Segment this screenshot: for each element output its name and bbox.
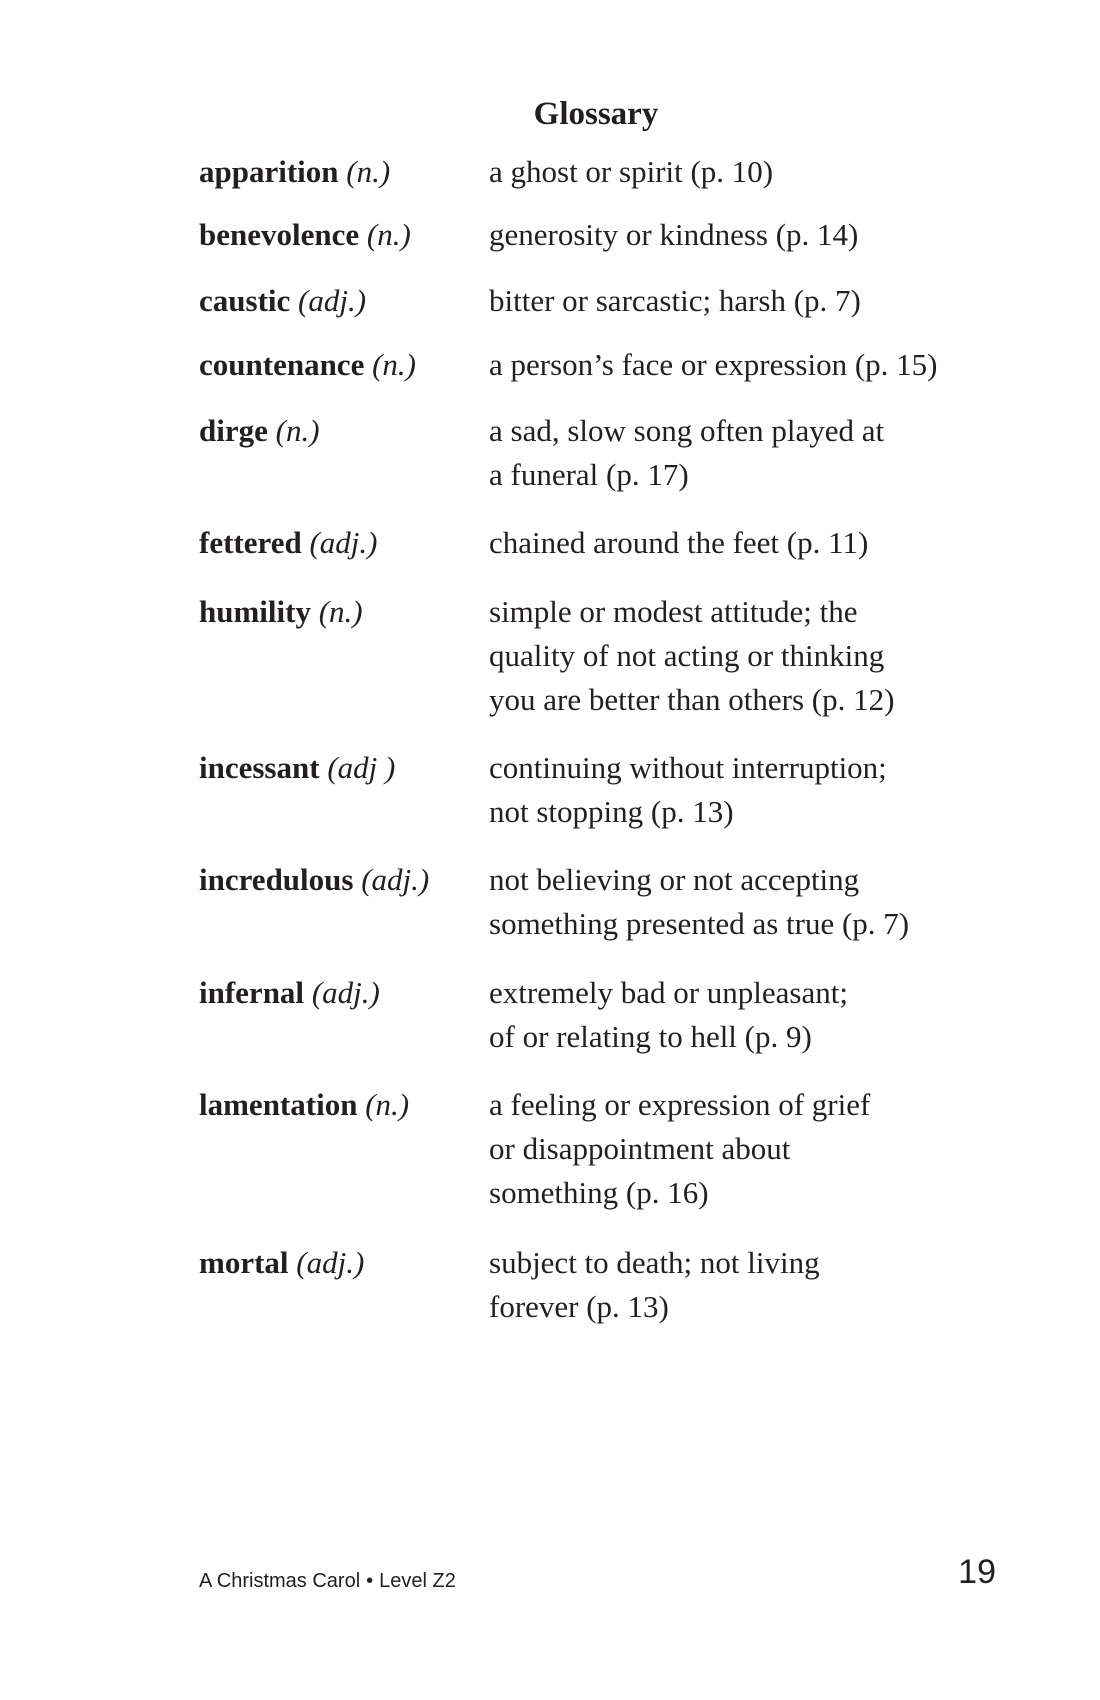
glossary-definition: subject to death; not living forever (p.… <box>489 1245 820 1324</box>
glossary-definition: continuing without interruption; not sto… <box>489 750 887 829</box>
glossary-term: humility <box>199 594 311 629</box>
glossary-entry: benevolence (n.) generosity or kindness … <box>199 213 1019 257</box>
glossary-entry: apparition (n.) a ghost or spirit (p. 10… <box>199 150 1019 194</box>
footer-separator: • <box>366 1570 374 1592</box>
glossary-definition: extremely bad or unpleasant; of or relat… <box>489 975 848 1054</box>
glossary-entry: incessant (adj ) continuing without inte… <box>199 746 1019 834</box>
glossary-entry: countenance (n.) a person’s face or expr… <box>199 343 1019 387</box>
glossary-term: incredulous <box>199 862 354 897</box>
glossary-entry: incredulous (adj.) not believing or not … <box>199 858 1019 946</box>
glossary-page: Glossary apparition (n.) a ghost or spir… <box>0 0 1100 1700</box>
glossary-entry: dirge (n.) a sad, slow song often played… <box>199 409 1019 497</box>
part-of-speech: (adj ) <box>327 750 396 785</box>
part-of-speech: (adj.) <box>298 283 367 318</box>
part-of-speech: (n.) <box>365 1087 410 1122</box>
glossary-term: countenance <box>199 347 365 382</box>
page-number: 19 <box>958 1553 996 1591</box>
part-of-speech: (n.) <box>346 154 391 189</box>
glossary-entry: mortal (adj.) subject to death; not livi… <box>199 1241 1019 1329</box>
glossary-definition: simple or modest attitude; the quality o… <box>489 594 895 717</box>
glossary-definition: a person’s face or expression (p. 15) <box>489 347 938 382</box>
glossary-entry: caustic (adj.) bitter or sarcastic; hars… <box>199 279 1019 323</box>
glossary-term: fettered <box>199 525 302 560</box>
glossary-definition: a feeling or expression of grief or disa… <box>489 1087 871 1210</box>
part-of-speech: (n.) <box>372 347 416 382</box>
glossary-term: incessant <box>199 750 320 785</box>
footer-book-info: A Christmas Carol • Level Z2 <box>199 1567 456 1595</box>
part-of-speech: (adj.) <box>311 975 380 1010</box>
part-of-speech: (adj.) <box>296 1245 365 1280</box>
glossary-definition: a ghost or spirit (p. 10) <box>489 154 774 189</box>
glossary-entry: humility (n.) simple or modest attitude;… <box>199 590 1019 722</box>
glossary-definition: chained around the feet (p. 11) <box>489 525 869 560</box>
glossary-term: apparition <box>199 154 339 189</box>
glossary-definition: generosity or kindness (p. 14) <box>489 217 859 252</box>
glossary-term: benevolence <box>199 217 360 252</box>
glossary-term: lamentation <box>199 1087 358 1122</box>
glossary-definition: a sad, slow song often played at a funer… <box>489 413 885 492</box>
glossary-term: caustic <box>199 283 291 318</box>
glossary-definition: not believing or not accepting something… <box>489 862 910 941</box>
part-of-speech: (n.) <box>275 413 320 448</box>
glossary-term: mortal <box>199 1245 289 1280</box>
glossary-entry: fettered (adj.) chained around the feet … <box>199 521 1019 565</box>
part-of-speech: (adj.) <box>361 862 430 897</box>
glossary-entry: infernal (adj.) extremely bad or unpleas… <box>199 971 1019 1059</box>
glossary-term: dirge <box>199 413 268 448</box>
glossary-entry: lamentation (n.) a feeling or expression… <box>199 1083 1019 1215</box>
glossary-term: infernal <box>199 975 305 1010</box>
footer-level: Level Z2 <box>379 1570 456 1592</box>
part-of-speech: (n.) <box>318 594 363 629</box>
page-title: Glossary <box>533 96 659 132</box>
footer-book-title: A Christmas Carol <box>199 1570 361 1592</box>
glossary-list: apparition (n.) a ghost or spirit (p. 10… <box>199 150 1019 1329</box>
glossary-definition: bitter or sarcastic; harsh (p. 7) <box>489 283 861 318</box>
part-of-speech: (adj.) <box>309 525 378 560</box>
part-of-speech: (n.) <box>366 217 411 252</box>
